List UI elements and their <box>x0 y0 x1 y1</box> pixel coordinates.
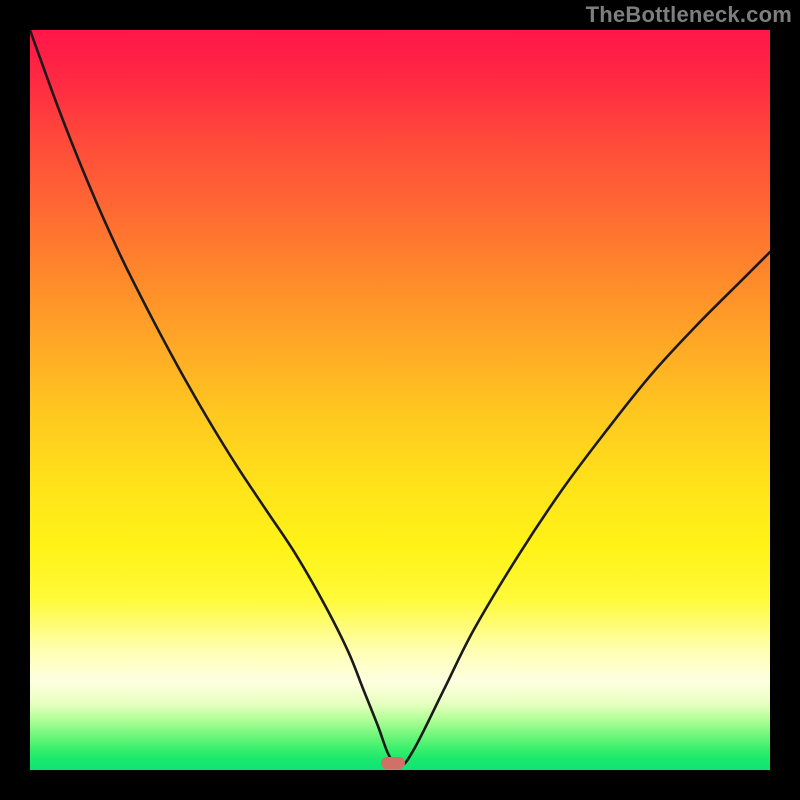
plot-area <box>30 30 770 770</box>
bottleneck-curve <box>30 30 770 770</box>
chart-container: TheBottleneck.com <box>0 0 800 800</box>
watermark-text: TheBottleneck.com <box>586 2 792 28</box>
